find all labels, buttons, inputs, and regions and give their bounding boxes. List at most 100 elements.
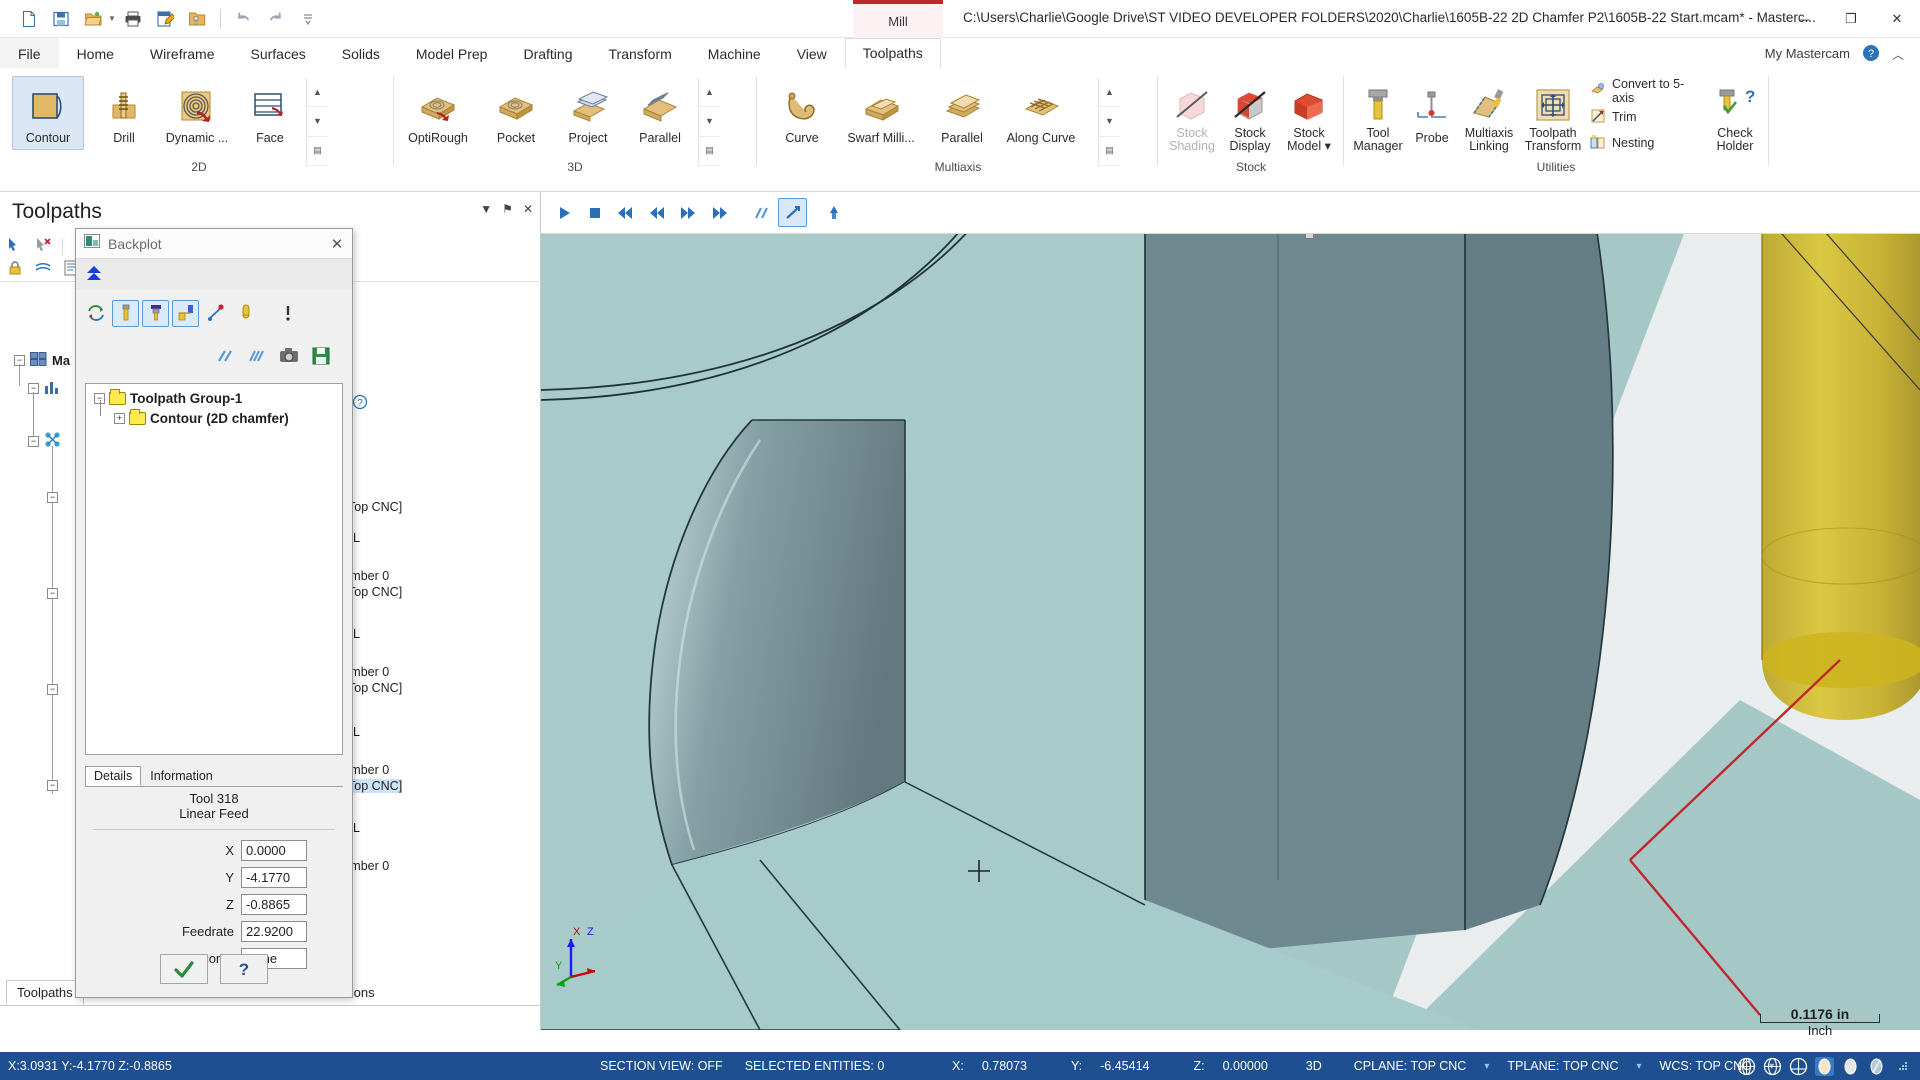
status-selected-entities[interactable]: SELECTED ENTITIES: 0	[745, 1059, 885, 1073]
tree-expander[interactable]: −	[47, 588, 58, 599]
2d-spinner-down[interactable]: ▼	[307, 107, 328, 137]
toolpath-trace-button[interactable]	[778, 198, 807, 227]
material-view-icon[interactable]	[1867, 1057, 1886, 1076]
ribbon-tab-toolpaths[interactable]: Toolpaths	[844, 38, 941, 68]
customize-qat-icon[interactable]	[293, 4, 323, 34]
z-coordinate-input[interactable]	[241, 894, 307, 915]
shaded-translucent-icon[interactable]	[1841, 1057, 1860, 1076]
save-backplot-icon[interactable]	[307, 343, 334, 370]
folder-key-icon[interactable]	[182, 4, 212, 34]
endpoints-icon[interactable]	[202, 300, 229, 327]
2d-spinner-up[interactable]: ▲	[307, 78, 328, 108]
tree-root-machine-group[interactable]: − Ma	[14, 352, 70, 369]
trim-item[interactable]: Trim	[1586, 104, 1706, 130]
toolpath-optirough-button[interactable]: OptiRough	[402, 76, 474, 150]
tool-color-icon[interactable]	[232, 300, 259, 327]
toolpath-along-curve-button[interactable]: Along Curve	[999, 76, 1083, 150]
close-button[interactable]: ✕	[1874, 0, 1920, 38]
display-rapid-moves-icon[interactable]	[172, 299, 199, 327]
backplot-tab-information[interactable]: Information	[141, 766, 222, 786]
tree-expander[interactable]: −	[47, 780, 58, 791]
select-all-toolpaths-icon[interactable]	[6, 235, 24, 258]
toolpath-project-button[interactable]: Project	[552, 76, 624, 150]
toolpath-curve-button[interactable]: Curve	[766, 76, 838, 150]
dropdown-arrow-icon[interactable]: ▼	[480, 202, 492, 216]
tree-operation-node-1[interactable]: −	[47, 492, 58, 503]
tree-operation-node-4[interactable]: −	[47, 780, 58, 791]
stop-button[interactable]	[580, 198, 609, 227]
step-forward-button[interactable]	[673, 198, 702, 227]
toolpath-transform-button[interactable]: Toolpath Transform	[1522, 76, 1584, 154]
tool-position-button[interactable]	[819, 198, 848, 227]
pin-icon[interactable]: ⚑	[502, 202, 513, 216]
backplot-close-button[interactable]: ✕	[326, 233, 348, 255]
open-dropdown-caret-icon[interactable]: ▼	[108, 14, 116, 23]
tool-manager-button[interactable]: Tool Manager	[1350, 76, 1406, 154]
maximize-button[interactable]: ❐	[1828, 0, 1874, 38]
toolpath-parallel-3d-button[interactable]: Parallel	[624, 76, 696, 150]
help-icon[interactable]: ?	[1862, 44, 1880, 62]
ribbon-tab-home[interactable]: Home	[59, 38, 132, 68]
screen-capture-icon[interactable]	[275, 343, 302, 370]
multiaxis-spinner-down[interactable]: ▼	[1099, 107, 1120, 137]
toolpath-display-button[interactable]	[747, 198, 776, 227]
close-panel-icon[interactable]: ✕	[523, 202, 533, 216]
shaded-view-icon[interactable]	[1789, 1057, 1808, 1076]
convert-to-5axis-item[interactable]: Convert to 5-axis	[1586, 77, 1706, 105]
redo-icon[interactable]	[261, 4, 291, 34]
toggle-toolpath-display-icon[interactable]	[34, 259, 52, 282]
toolpath-lines-icon[interactable]	[211, 343, 238, 370]
wireframe-view-icon[interactable]	[1737, 1057, 1756, 1076]
cplane-dropdown-dot[interactable]: ▾	[1484, 1061, 1489, 1072]
deselect-all-toolpaths-icon[interactable]	[34, 235, 52, 258]
ribbon-tab-model-prep[interactable]: Model Prep	[398, 38, 506, 68]
feedrate-input[interactable]	[241, 921, 307, 942]
undo-icon[interactable]	[229, 4, 259, 34]
stock-display-button[interactable]: Stock Display	[1222, 76, 1278, 154]
status-tplane[interactable]: TPLANE: TOP CNC	[1507, 1059, 1618, 1073]
graphics-viewport[interactable]: X Z Y	[541, 192, 1920, 1030]
status-cplane[interactable]: CPLANE: TOP CNC	[1354, 1059, 1467, 1073]
toolpath-drill-button[interactable]: Drill	[88, 76, 160, 150]
ribbon-tab-view[interactable]: View	[779, 38, 845, 68]
tplane-dropdown-dot[interactable]: ▾	[1637, 1061, 1642, 1072]
ribbon-tab-file[interactable]: File	[0, 38, 59, 68]
multiaxis-linking-button[interactable]: Multiaxis Linking	[1458, 76, 1520, 154]
stock-shading-button[interactable]: Stock Shading	[1164, 76, 1220, 154]
tree-toolpath-group-node[interactable]: −	[28, 432, 61, 451]
ribbon-tab-solids[interactable]: Solids	[324, 38, 398, 68]
y-coordinate-input[interactable]	[241, 867, 307, 888]
backplot-operations-tree[interactable]: − Toolpath Group-1 + Contour (2D chamfer…	[85, 383, 343, 755]
help-button[interactable]: ?	[220, 954, 268, 984]
resize-grip-icon[interactable]	[1893, 1057, 1912, 1076]
check-holder-button[interactable]: ? Check Holder	[1706, 76, 1764, 154]
edit-file-icon[interactable]	[150, 4, 180, 34]
toolpath-swarf-milling-button[interactable]: Swarf Milli...	[838, 76, 924, 150]
status-section-view[interactable]: SECTION VIEW: OFF	[600, 1059, 723, 1073]
minimize-button[interactable]: ─	[1782, 0, 1828, 38]
stock-model-button[interactable]: Stock Model ▾	[1280, 76, 1338, 154]
tree-expander[interactable]: +	[114, 413, 125, 424]
verify-info-icon[interactable]	[274, 300, 301, 327]
backplot-title-bar[interactable]: Backplot ✕	[76, 229, 352, 259]
3d-spinner-up[interactable]: ▲	[699, 78, 720, 108]
toolpath-contour-button[interactable]: Contour	[12, 76, 84, 150]
toolpath-multiaxis-parallel-button[interactable]: Parallel	[926, 76, 998, 150]
x-coordinate-input[interactable]	[241, 840, 307, 861]
toolpath-hatch-icon[interactable]	[243, 343, 270, 370]
multiaxis-spinner-up[interactable]: ▲	[1099, 78, 1120, 108]
step-back-button[interactable]	[642, 198, 671, 227]
ribbon-tab-machine[interactable]: Machine	[690, 38, 779, 68]
my-mastercam-link[interactable]: My Mastercam	[1765, 38, 1850, 68]
status-view-mode[interactable]: 3D	[1306, 1059, 1322, 1073]
toolpath-face-button[interactable]: Face	[234, 76, 306, 150]
toolpath-pocket-button[interactable]: Pocket	[480, 76, 552, 150]
display-holder-icon[interactable]	[142, 299, 169, 327]
toolpath-dynamic-button[interactable]: Dynamic ...	[161, 76, 233, 150]
tree-operation-node-2[interactable]: −	[47, 588, 58, 599]
3d-spinner-down[interactable]: ▼	[699, 107, 720, 137]
backplot-tree-row-operation[interactable]: + Contour (2D chamfer)	[114, 409, 289, 426]
ribbon-tab-surfaces[interactable]: Surfaces	[232, 38, 323, 68]
collapse-up-icon[interactable]	[80, 261, 107, 288]
nesting-item[interactable]: Nesting	[1586, 130, 1706, 156]
